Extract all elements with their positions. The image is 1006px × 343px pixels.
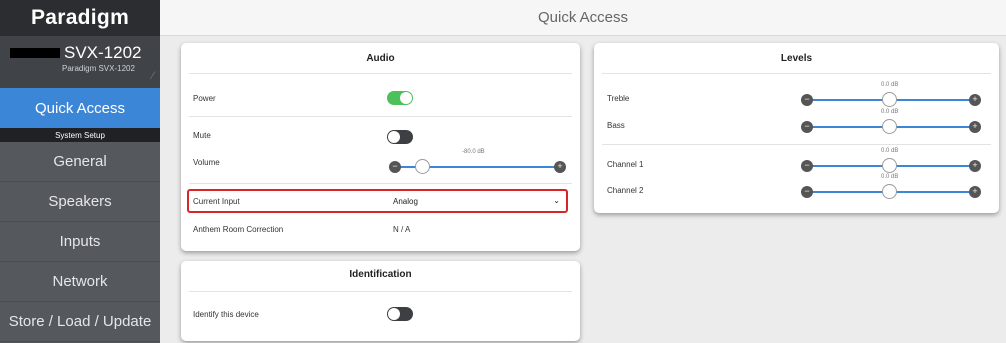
minus-icon[interactable]: − [801,121,813,133]
volume-value: -80.0 dB [462,149,485,155]
toggle-knob [388,308,400,320]
minus-icon[interactable]: − [801,186,813,198]
power-label: Power [193,94,216,103]
divider [189,73,572,74]
bass-slider[interactable]: − + 0.0 dB [801,109,981,135]
slider-thumb[interactable] [882,119,897,134]
sidebar-item-label: General [53,153,107,170]
identify-toggle[interactable] [387,307,413,321]
minus-icon[interactable]: − [801,160,813,172]
channel-2-value: 0.0 dB [881,174,899,180]
plus-icon[interactable]: + [969,186,981,198]
device-panel: SVX-1202 Paradigm SVX-1202 ⁄ [0,36,160,88]
device-name: SVX-1202 [64,43,142,62]
toggle-knob [388,131,400,143]
divider [189,291,572,292]
edit-grip-icon[interactable]: ⁄ [152,70,154,82]
page-title: Quick Access [537,9,629,26]
channel-1-label: Channel 1 [607,160,644,169]
slider-thumb[interactable] [882,92,897,107]
volume-slider[interactable]: − + -80.0 dB [389,149,566,175]
sidebar-item-store-load-update[interactable]: Store / Load / Update [0,302,160,342]
divider [602,73,991,74]
divider [602,144,991,145]
audio-card-title: Audio [366,53,395,64]
room-correction-label: Anthem Room Correction [193,225,284,234]
page-header: Quick Access [160,0,1006,36]
slider-thumb[interactable] [415,159,430,174]
channel-1-slider[interactable]: − + 0.0 dB [801,148,981,174]
levels-card: Levels Treble − + 0.0 dB Bass − + 0.0 dB… [594,43,999,213]
section-header-system-setup: System Setup [0,128,160,142]
identify-label: Identify this device [193,310,259,319]
sidebar-item-speakers[interactable]: Speakers [0,182,160,222]
plus-icon[interactable]: + [969,94,981,106]
power-toggle[interactable] [387,91,413,105]
section-header-label: System Setup [55,130,105,140]
mute-label: Mute [193,131,211,140]
treble-slider[interactable]: − + 0.0 dB [801,82,981,108]
sidebar-item-label: Quick Access [34,99,126,117]
slider-thumb[interactable] [882,184,897,199]
mute-toggle[interactable] [387,130,413,144]
audio-card: Audio Power Mute Volume − + -80.0 dB Cur… [181,43,580,251]
sidebar-item-label: Inputs [59,233,101,250]
volume-label: Volume [193,158,220,167]
brand-name: Paradigm [30,6,130,29]
sidebar-item-general[interactable]: General [0,142,160,182]
sidebar-item-label: Store / Load / Update [8,313,152,330]
minus-icon[interactable]: − [389,161,401,173]
identification-card-title: Identification [349,269,412,280]
redacted-block [10,48,60,58]
levels-card-title: Levels [780,53,813,64]
current-input-label: Current Input [193,197,240,206]
sidebar-item-label: Network [52,273,108,290]
identification-card: Identification Identify this device [181,261,580,341]
bass-label: Bass [607,121,625,130]
minus-icon[interactable]: − [801,94,813,106]
toggle-knob [400,92,412,104]
slider-thumb[interactable] [882,158,897,173]
channel-1-value: 0.0 dB [881,148,899,154]
sidebar: Paradigm SVX-1202 Paradigm SVX-1202 ⁄ Qu… [0,0,160,343]
divider [189,183,572,184]
sidebar-item-quick-access[interactable]: Quick Access [0,88,160,128]
sidebar-item-label: Speakers [48,193,112,210]
plus-icon[interactable]: + [554,161,566,173]
treble-value: 0.0 dB [881,82,899,88]
current-input-value: Analog [393,197,418,206]
channel-2-slider[interactable]: − + 0.0 dB [801,174,981,200]
room-correction-value: N / A [393,225,411,234]
plus-icon[interactable]: + [969,121,981,133]
sidebar-item-network[interactable]: Network [0,262,160,302]
channel-2-label: Channel 2 [607,186,644,195]
sidebar-item-inputs[interactable]: Inputs [0,222,160,262]
brand-logo: Paradigm [0,0,160,36]
chevron-down-icon: ⌄ [553,196,560,205]
current-input-select[interactable]: Analog ⌄ [389,193,564,209]
device-subtitle: Paradigm SVX-1202 [62,64,135,73]
bass-value: 0.0 dB [881,109,899,115]
plus-icon[interactable]: + [969,160,981,172]
treble-label: Treble [607,94,630,103]
divider [189,116,572,117]
